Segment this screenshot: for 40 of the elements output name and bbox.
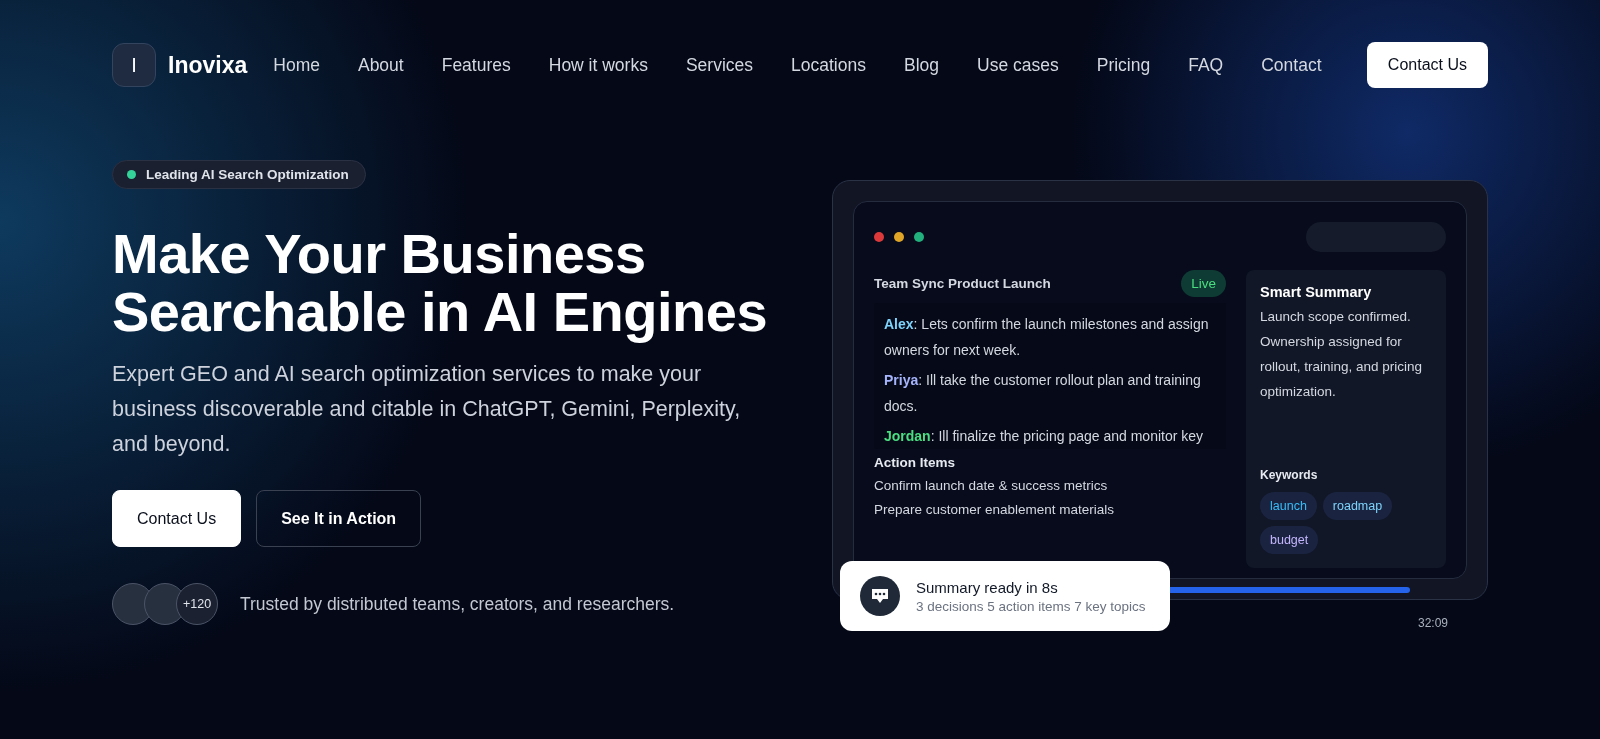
transcript-message: Jordan: Ill finalize the pricing page and monitor key xyxy=(884,427,1205,446)
nav-link[interactable]: Services xyxy=(685,54,754,76)
transcript-message: Priya: Ill take the customer rollout plan and training docs. xyxy=(884,371,1202,416)
contact-button[interactable]: Contact Us xyxy=(1366,42,1488,88)
nav-link[interactable]: Locations xyxy=(791,54,866,76)
timestamp: 32:09 xyxy=(1417,616,1448,630)
action-items-heading: Action Items xyxy=(874,455,956,470)
chat-icon xyxy=(860,576,900,616)
nav-link[interactable]: Pricing xyxy=(1096,54,1151,76)
summary-text: Launch scope confirmed. Ownership assigned for rollout, training, and pricing optimization. xyxy=(1260,308,1424,401)
nav-link[interactable]: About xyxy=(357,54,404,76)
status-dot-icon xyxy=(127,170,136,179)
action-item: Prepare customer enablement materials xyxy=(874,502,1116,517)
more-count: +120 xyxy=(176,583,218,625)
nav-link[interactable]: Home xyxy=(273,54,320,76)
summary-title: Smart Summary xyxy=(1260,284,1373,300)
badge-label: Leading AI Search Optimization xyxy=(146,167,349,182)
meeting-title: Team Sync Product Launch xyxy=(874,276,1051,291)
keyword-tag: launch xyxy=(1260,492,1317,520)
nav-link[interactable]: Contact xyxy=(1261,54,1322,76)
demo-button[interactable]: See It in Action xyxy=(256,490,422,547)
keywords-heading: Keywords xyxy=(1260,468,1319,482)
trust-text: Trusted by distributed teams, creators, and researchers. xyxy=(240,593,675,615)
keyword-tag: roadmap xyxy=(1322,492,1393,520)
logo-mark: I xyxy=(112,43,156,87)
action-item: Confirm launch date & success metrics xyxy=(874,478,1109,493)
toast-detail: 3 decisions 5 action items 7 key topics xyxy=(916,598,1146,614)
nav-link[interactable]: Use cases xyxy=(977,54,1059,76)
live-status: Live xyxy=(1181,270,1226,297)
toast-title: Summary ready in 8s xyxy=(916,578,1059,596)
nav-link[interactable]: FAQ xyxy=(1188,54,1224,76)
hero-subtitle: Expert GEO and AI search optimization services to make your business discoverable and citable in ChatGPT, Gemini, Perplexity, and beyond. xyxy=(112,361,742,458)
contact-button[interactable]: Contact Us xyxy=(112,490,242,547)
transcript-message: Alex: Lets confirm the launch milestones and assign owners for next week. xyxy=(884,315,1210,360)
brand-name: Inovixa xyxy=(168,51,248,79)
nav-link[interactable]: How it works xyxy=(548,54,648,76)
nav-link[interactable]: Features xyxy=(441,54,511,76)
keyword-tag: budget xyxy=(1260,526,1319,554)
nav-link[interactable]: Blog xyxy=(903,54,939,76)
hero-title: Make Your Business Searchable in AI Engines xyxy=(112,225,769,341)
